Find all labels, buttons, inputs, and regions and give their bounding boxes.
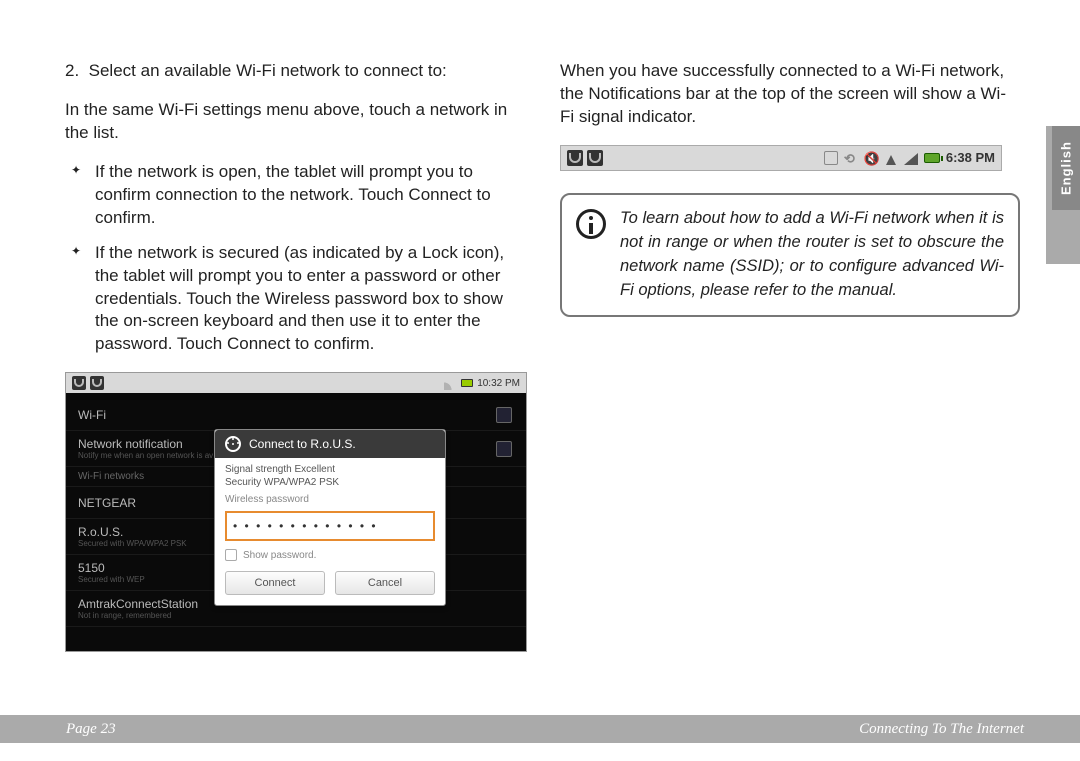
signal-icon (904, 151, 918, 165)
connect-button[interactable]: Connect (225, 571, 325, 595)
security-type: Security WPA/WPA2 PSK (225, 477, 435, 488)
dialog-header: Connect to R.o.U.S. (215, 430, 445, 458)
signal-icon (444, 377, 457, 390)
step-number: 2. (65, 61, 79, 80)
info-text: To learn about how to add a Wi-Fi networ… (620, 207, 1004, 303)
usb-icon (72, 376, 86, 390)
status-time: 6:38 PM (946, 150, 995, 165)
intro-paragraph: In the same Wi-Fi settings menu above, t… (65, 99, 530, 145)
battery-icon (924, 153, 940, 163)
wifi-row[interactable]: Wi-Fi (66, 399, 526, 431)
info-callout: To learn about how to add a Wi-Fi networ… (560, 193, 1020, 317)
page-number: Page 23 (66, 721, 116, 738)
bullet-list: If the network is open, the tablet will … (65, 161, 530, 357)
mute-icon: 🔇 (864, 151, 878, 165)
password-label: Wireless password (225, 494, 435, 505)
checkbox-icon[interactable] (496, 441, 512, 457)
bullet-secured-network: If the network is secured (as indicated … (95, 242, 530, 357)
bullet-open-network: If the network is open, the tablet will … (95, 161, 530, 230)
battery-icon (461, 379, 473, 387)
status-time: 10:32 PM (477, 378, 520, 389)
show-password-row[interactable]: Show password. (225, 549, 435, 561)
usb-icon (90, 376, 104, 390)
wifi-icon (884, 151, 898, 165)
password-input[interactable]: • • • • • • • • • • • • • (225, 511, 435, 541)
language-label: English (1052, 126, 1080, 210)
connect-word: Connect (227, 334, 290, 353)
sync-icon: ⟲ (844, 151, 858, 165)
page-footer: Page 23 Connecting To The Internet (0, 715, 1080, 743)
connect-dialog: Connect to R.o.U.S. Signal strength Exce… (214, 429, 446, 606)
home-icon (824, 151, 838, 165)
dialog-title: Connect to R.o.U.S. (249, 437, 356, 451)
cancel-button[interactable]: Cancel (335, 571, 435, 595)
checkbox-icon[interactable] (496, 407, 512, 423)
connect-word: Connect (408, 185, 471, 204)
usb-icon (587, 150, 603, 166)
page-body: 2. Select an available Wi-Fi network to … (0, 0, 1080, 680)
notification-bar-screenshot: ⟲ 🔇 6:38 PM (560, 145, 1002, 171)
right-column: When you have successfully connected to … (560, 60, 1020, 680)
wifi-settings-screenshot: 10:32 PM Wi-Fi Network notification Noti… (65, 372, 527, 652)
status-bar: 10:32 PM (66, 373, 526, 393)
wifi-icon (225, 436, 241, 452)
signal-strength: Signal strength Excellent (225, 464, 435, 475)
step-line: 2. Select an available Wi-Fi network to … (65, 60, 530, 83)
info-icon (576, 209, 606, 239)
checkbox-icon[interactable] (225, 549, 237, 561)
section-title: Connecting To The Internet (859, 721, 1024, 738)
step-title: Select an available Wi-Fi network to con… (89, 61, 447, 80)
language-tab[interactable]: English (1046, 126, 1080, 264)
right-paragraph: When you have successfully connected to … (560, 60, 1020, 129)
usb-icon (567, 150, 583, 166)
left-column: 2. Select an available Wi-Fi network to … (65, 60, 530, 680)
